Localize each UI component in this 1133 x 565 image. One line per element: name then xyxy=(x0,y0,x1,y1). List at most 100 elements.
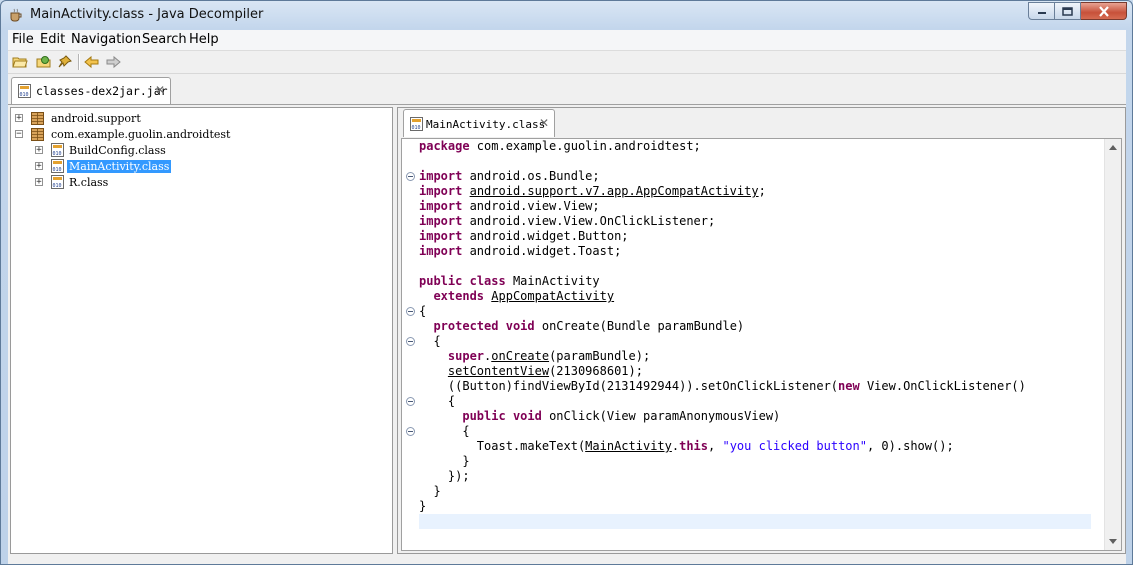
code-token: , xyxy=(708,439,723,453)
code-token: android.os.Bundle; xyxy=(462,169,600,183)
menu-edit[interactable]: Edit xyxy=(40,32,65,47)
expand-icon[interactable]: + xyxy=(35,146,43,155)
open-type-button[interactable] xyxy=(35,54,53,70)
tab-label: MainActivity.class xyxy=(426,118,546,131)
code-line: import android.support.v7.app.AppCompatA… xyxy=(419,184,766,199)
code-line: { xyxy=(419,304,426,319)
code-token: onCreate(Bundle paramBundle) xyxy=(534,319,745,333)
current-line-highlight xyxy=(419,514,1091,529)
window-controls xyxy=(1028,2,1127,20)
code-token: { xyxy=(419,304,427,318)
code-line: import android.widget.Toast; xyxy=(419,244,621,259)
link-token[interactable]: android.support.v7.app.AppCompatActivity xyxy=(470,184,759,198)
tree-node-buildconfig[interactable]: + 010 BuildConfig.class xyxy=(35,142,168,158)
scroll-up-icon[interactable] xyxy=(1109,145,1117,150)
svg-text:010: 010 xyxy=(412,125,421,131)
code-token: } xyxy=(419,454,470,468)
tree-node-label: com.example.guolin.androidtest xyxy=(51,127,231,141)
maximize-button[interactable] xyxy=(1055,2,1081,20)
code-line: import android.view.View.OnClickListener… xyxy=(419,214,715,229)
vertical-scrollbar[interactable] xyxy=(1104,139,1121,550)
tree-node-android-support[interactable]: + android.support xyxy=(15,110,143,126)
link-token[interactable]: MainActivity xyxy=(585,439,672,453)
coffee-cup-icon xyxy=(10,8,22,22)
client-area: File Edit Navigation Search Help 010 cla… xyxy=(8,30,1126,564)
expand-icon[interactable]: + xyxy=(15,114,23,123)
search-button[interactable] xyxy=(56,54,74,70)
code-line: public void onClick(View paramAnonymousV… xyxy=(419,409,780,424)
fold-collapse-icon[interactable] xyxy=(406,307,415,316)
back-button[interactable] xyxy=(83,54,101,70)
code-line: { xyxy=(419,424,470,439)
code-line: import android.view.View; xyxy=(419,199,600,214)
tree-node-com-example-guolin-androidtest[interactable]: − com.example.guolin.androidtest xyxy=(15,126,232,142)
code-token: , 0).show(); xyxy=(866,439,954,453)
package-icon xyxy=(31,127,44,141)
link-token[interactable]: setContentView xyxy=(448,364,549,378)
forward-button[interactable] xyxy=(104,54,122,70)
fold-collapse-icon[interactable] xyxy=(406,427,415,436)
code-line: Toast.makeText(MainActivity.this, "you c… xyxy=(419,439,954,454)
tab-mainactivity-class[interactable]: 010 MainActivity.class ✕ xyxy=(403,109,555,137)
keyword-token: new xyxy=(838,379,860,393)
open-file-button[interactable] xyxy=(11,54,29,70)
tab-classes-dex2jar[interactable]: 010 classes-dex2jar.jar ✕ xyxy=(11,77,171,104)
menu-navigation[interactable]: Navigation xyxy=(71,32,141,47)
keyword-token: import xyxy=(419,184,463,198)
menu-help[interactable]: Help xyxy=(189,32,219,47)
tab-close-icon[interactable]: ✕ xyxy=(539,117,549,129)
tree-node-label: BuildConfig.class xyxy=(69,143,166,157)
keyword-token: import xyxy=(419,214,463,228)
expand-icon[interactable]: + xyxy=(35,178,43,187)
minimize-button[interactable] xyxy=(1028,2,1055,20)
tab-label: classes-dex2jar.jar xyxy=(36,84,168,98)
code-line: ((Button)findViewById(2131492944)).setOn… xyxy=(419,379,1026,394)
expand-icon[interactable]: + xyxy=(35,162,43,171)
class-file-icon: 010 xyxy=(51,175,64,189)
code-editor[interactable]: package com.example.guolin.androidtest; i… xyxy=(401,138,1122,551)
code-line: super.onCreate(paramBundle); xyxy=(419,349,650,364)
string-token: "you clicked button" xyxy=(722,439,867,453)
keyword-token: class xyxy=(469,274,506,288)
tree-node-label: R.class xyxy=(69,175,109,189)
title-bar[interactable]: MainActivity.class - Java Decompiler xyxy=(1,1,1132,30)
code-token: { xyxy=(419,424,470,438)
maximize-icon xyxy=(1062,6,1073,16)
link-token[interactable]: onCreate xyxy=(491,349,549,363)
collapse-icon[interactable]: − xyxy=(15,130,23,139)
code-line: { xyxy=(419,394,455,409)
class-file-icon: 010 xyxy=(51,143,64,157)
scroll-down-icon[interactable] xyxy=(1109,539,1117,544)
menu-search[interactable]: Search xyxy=(142,32,187,47)
tree-node-mainactivity[interactable]: + 010 MainActivity.class xyxy=(35,158,172,174)
code-token: { xyxy=(419,334,441,348)
code-token: } xyxy=(419,499,427,513)
close-button[interactable] xyxy=(1081,2,1127,20)
forward-arrow-icon xyxy=(106,55,121,69)
keyword-token: public xyxy=(419,274,463,288)
tree-node-r-class[interactable]: + 010 R.class xyxy=(35,174,110,190)
editor-pane: 010 MainActivity.class ✕ package com.exa… xyxy=(397,107,1126,554)
link-token[interactable]: AppCompatActivity xyxy=(491,289,614,303)
code-token: ; xyxy=(758,184,766,198)
menu-file[interactable]: File xyxy=(12,32,34,47)
code-token: Toast.makeText( xyxy=(419,439,586,453)
fold-collapse-icon[interactable] xyxy=(406,397,415,406)
code-token: android.view.View; xyxy=(462,199,600,213)
package-tree: + android.support − com.example.guolin.a… xyxy=(10,107,393,554)
menu-bar: File Edit Navigation Search Help xyxy=(8,30,1126,51)
code-token: android.widget.Button; xyxy=(462,229,629,243)
code-token: onClick(View paramAnonymousView) xyxy=(541,409,781,423)
tab-close-icon[interactable]: ✕ xyxy=(155,84,165,96)
keyword-token: void xyxy=(512,409,542,423)
code-line: }); xyxy=(419,469,470,484)
fold-collapse-icon[interactable] xyxy=(406,172,415,181)
keyword-token: extends xyxy=(433,289,485,303)
fold-collapse-icon[interactable] xyxy=(406,337,415,346)
